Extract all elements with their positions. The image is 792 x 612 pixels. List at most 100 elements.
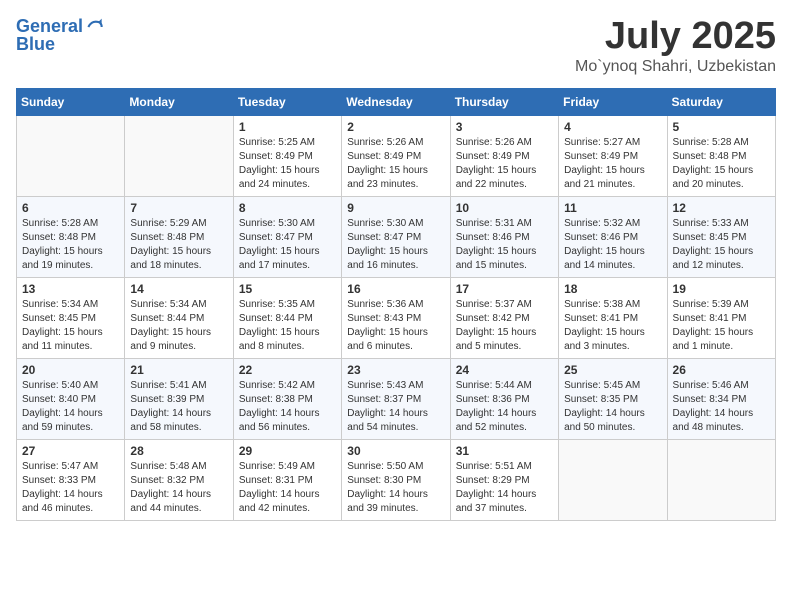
calendar-table: SundayMondayTuesdayWednesdayThursdayFrid… [16,88,776,521]
calendar-cell: 14Sunrise: 5:34 AM Sunset: 8:44 PM Dayli… [125,277,233,358]
cell-text: Sunrise: 5:34 AM Sunset: 8:45 PM Dayligh… [22,298,119,354]
day-number: 3 [456,120,553,134]
cell-text: Sunrise: 5:44 AM Sunset: 8:36 PM Dayligh… [456,379,553,435]
calendar-row: 20Sunrise: 5:40 AM Sunset: 8:40 PM Dayli… [17,358,776,439]
calendar-cell: 12Sunrise: 5:33 AM Sunset: 8:45 PM Dayli… [667,196,775,277]
day-number: 26 [673,363,770,377]
calendar-cell: 6Sunrise: 5:28 AM Sunset: 8:48 PM Daylig… [17,196,125,277]
calendar-body: 1Sunrise: 5:25 AM Sunset: 8:49 PM Daylig… [17,115,776,520]
day-number: 4 [564,120,661,134]
cell-text: Sunrise: 5:42 AM Sunset: 8:38 PM Dayligh… [239,379,336,435]
day-number: 31 [456,444,553,458]
day-number: 15 [239,282,336,296]
day-number: 19 [673,282,770,296]
calendar-cell [125,115,233,196]
calendar-cell: 4 Sunrise: 5:27 AM Sunset: 8:49 PM Daylig… [559,115,667,196]
cell-text: Sunrise: 5:29 AM Sunset: 8:48 PM Dayligh… [130,217,227,273]
month-title: July 2025 [575,16,776,58]
calendar-cell: 17Sunrise: 5:37 AM Sunset: 8:42 PM Dayli… [450,277,558,358]
day-number: 9 [347,201,444,215]
calendar-cell: 7 Sunrise: 5:29 AM Sunset: 8:48 PM Daylig… [125,196,233,277]
day-number: 10 [456,201,553,215]
calendar-cell: 10 Sunrise: 5:31 AM Sunset: 8:46 PM Dayli… [450,196,558,277]
day-number: 18 [564,282,661,296]
calendar-row: 6Sunrise: 5:28 AM Sunset: 8:48 PM Daylig… [17,196,776,277]
day-number: 28 [130,444,227,458]
calendar-cell: 15 Sunrise: 5:35 AM Sunset: 8:44 PM Dayli… [233,277,341,358]
calendar-cell: 27Sunrise: 5:47 AM Sunset: 8:33 PM Dayli… [17,439,125,520]
weekday-header: Monday [125,88,233,115]
calendar-cell: 1Sunrise: 5:25 AM Sunset: 8:49 PM Daylig… [233,115,341,196]
cell-text: Sunrise: 5:46 AM Sunset: 8:34 PM Dayligh… [673,379,770,435]
day-number: 1 [239,120,336,134]
calendar-cell [17,115,125,196]
cell-text: Sunrise: 5:36 AM Sunset: 8:43 PM Dayligh… [347,298,444,354]
day-number: 24 [456,363,553,377]
location: Mo`ynoq Shahri, Uzbekistan [575,58,776,76]
calendar-cell: 31 Sunrise: 5:51 AM Sunset: 8:29 PM Dayli… [450,439,558,520]
cell-text: Sunrise: 5:27 AM Sunset: 8:49 PM Dayligh… [564,136,661,192]
cell-text: Sunrise: 5:38 AM Sunset: 8:41 PM Dayligh… [564,298,661,354]
day-number: 2 [347,120,444,134]
cell-text: Sunrise: 5:49 AM Sunset: 8:31 PM Dayligh… [239,460,336,516]
cell-text: Sunrise: 5:28 AM Sunset: 8:48 PM Dayligh… [22,217,119,273]
day-number: 27 [22,444,119,458]
day-number: 29 [239,444,336,458]
day-number: 14 [130,282,227,296]
cell-text: Sunrise: 5:48 AM Sunset: 8:32 PM Dayligh… [130,460,227,516]
calendar-cell: 18 Sunrise: 5:38 AM Sunset: 8:41 PM Dayli… [559,277,667,358]
calendar-cell: 20Sunrise: 5:40 AM Sunset: 8:40 PM Dayli… [17,358,125,439]
calendar-header: SundayMondayTuesdayWednesdayThursdayFrid… [17,88,776,115]
cell-text: Sunrise: 5:30 AM Sunset: 8:47 PM Dayligh… [347,217,444,273]
cell-text: Sunrise: 5:26 AM Sunset: 8:49 PM Dayligh… [456,136,553,192]
day-number: 23 [347,363,444,377]
day-number: 12 [673,201,770,215]
calendar-cell: 19 Sunrise: 5:39 AM Sunset: 8:41 PM Dayli… [667,277,775,358]
day-number: 11 [564,201,661,215]
calendar-cell: 5 Sunrise: 5:28 AM Sunset: 8:48 PM Daylig… [667,115,775,196]
day-number: 7 [130,201,227,215]
cell-text: Sunrise: 5:30 AM Sunset: 8:47 PM Dayligh… [239,217,336,273]
calendar-cell: 11 Sunrise: 5:32 AM Sunset: 8:46 PM Dayli… [559,196,667,277]
calendar-cell: 26 Sunrise: 5:46 AM Sunset: 8:34 PM Dayli… [667,358,775,439]
calendar-cell: 29 Sunrise: 5:49 AM Sunset: 8:31 PM Dayli… [233,439,341,520]
calendar-cell: 30 Sunrise: 5:50 AM Sunset: 8:30 PM Dayli… [342,439,450,520]
weekday-header: Friday [559,88,667,115]
calendar-cell: 21Sunrise: 5:41 AM Sunset: 8:39 PM Dayli… [125,358,233,439]
calendar-cell: 28 Sunrise: 5:48 AM Sunset: 8:32 PM Dayli… [125,439,233,520]
calendar-cell: 16 Sunrise: 5:36 AM Sunset: 8:43 PM Dayli… [342,277,450,358]
day-number: 5 [673,120,770,134]
calendar-cell: 3 Sunrise: 5:26 AM Sunset: 8:49 PM Daylig… [450,115,558,196]
cell-text: Sunrise: 5:43 AM Sunset: 8:37 PM Dayligh… [347,379,444,435]
cell-text: Sunrise: 5:28 AM Sunset: 8:48 PM Dayligh… [673,136,770,192]
cell-text: Sunrise: 5:50 AM Sunset: 8:30 PM Dayligh… [347,460,444,516]
cell-text: Sunrise: 5:35 AM Sunset: 8:44 PM Dayligh… [239,298,336,354]
weekday-header: Tuesday [233,88,341,115]
cell-text: Sunrise: 5:31 AM Sunset: 8:46 PM Dayligh… [456,217,553,273]
day-number: 22 [239,363,336,377]
day-number: 17 [456,282,553,296]
day-number: 8 [239,201,336,215]
calendar-cell [667,439,775,520]
day-number: 30 [347,444,444,458]
day-number: 20 [22,363,119,377]
day-number: 13 [22,282,119,296]
calendar-row: 1Sunrise: 5:25 AM Sunset: 8:49 PM Daylig… [17,115,776,196]
day-number: 21 [130,363,227,377]
day-number: 16 [347,282,444,296]
calendar-cell: 13 Sunrise: 5:34 AM Sunset: 8:45 PM Dayli… [17,277,125,358]
cell-text: Sunrise: 5:45 AM Sunset: 8:35 PM Dayligh… [564,379,661,435]
weekday-header: Saturday [667,88,775,115]
cell-text: Sunrise: 5:51 AM Sunset: 8:29 PM Dayligh… [456,460,553,516]
cell-text: Sunrise: 5:26 AM Sunset: 8:49 PM Dayligh… [347,136,444,192]
calendar-row: 27Sunrise: 5:47 AM Sunset: 8:33 PM Dayli… [17,439,776,520]
cell-text: Sunrise: 5:32 AM Sunset: 8:46 PM Dayligh… [564,217,661,273]
calendar-cell: 24 Sunrise: 5:44 AM Sunset: 8:36 PM Dayli… [450,358,558,439]
cell-text: Sunrise: 5:39 AM Sunset: 8:41 PM Dayligh… [673,298,770,354]
weekday-header: Wednesday [342,88,450,115]
calendar-cell: 2 Sunrise: 5:26 AM Sunset: 8:49 PM Daylig… [342,115,450,196]
weekday-header: Thursday [450,88,558,115]
calendar-cell: 8 Sunrise: 5:30 AM Sunset: 8:47 PM Daylig… [233,196,341,277]
logo-icon [85,17,105,37]
day-number: 25 [564,363,661,377]
